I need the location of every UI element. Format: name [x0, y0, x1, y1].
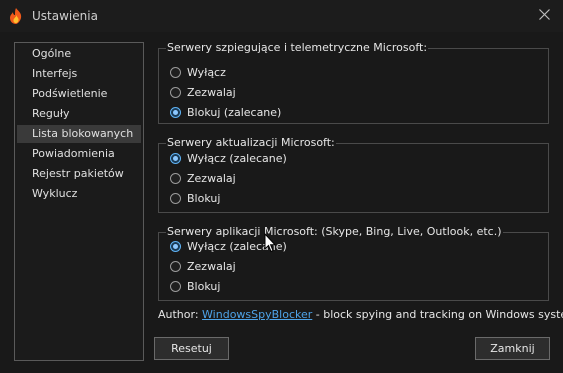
update-disable-radio[interactable]: Wyłącz (zalecane) — [170, 150, 287, 166]
radio-label: Zezwalaj — [187, 171, 236, 185]
radio-indicator — [170, 86, 181, 98]
close-icon — [538, 9, 550, 23]
nav-item-notifications[interactable]: Powiadomienia — [17, 145, 141, 163]
radio-label: Blokuj (zalecane) — [187, 105, 282, 119]
spy-block-radio[interactable]: Blokuj (zalecane) — [170, 104, 281, 120]
radio-indicator — [170, 192, 181, 204]
radio-label: Wyłącz (zalecane) — [187, 151, 287, 165]
radio-indicator — [170, 280, 181, 292]
close-button[interactable]: Zamknij — [475, 337, 550, 360]
spy-disable-radio[interactable]: Wyłącz — [170, 64, 226, 80]
radio-label: Blokuj — [187, 191, 221, 205]
update-block-radio[interactable]: Blokuj — [170, 190, 220, 206]
group-title: Serwery szpiegujące i telemetryczne Micr… — [166, 41, 429, 54]
app-servers-group: Serwery aplikacji Microsoft: (Skype, Bin… — [158, 225, 549, 301]
radio-label: Zezwalaj — [187, 85, 236, 99]
radio-indicator — [170, 240, 181, 252]
nav-item-exclude[interactable]: Wyklucz — [17, 185, 141, 203]
nav-item-interface[interactable]: Interfejs — [17, 65, 141, 83]
app-allow-radio[interactable]: Zezwalaj — [170, 258, 236, 274]
group-title: Serwery aplikacji Microsoft: (Skype, Bin… — [166, 225, 503, 238]
windowsspyblocker-link[interactable]: WindowsSpyBlocker — [202, 308, 312, 321]
nav-item-highlighting[interactable]: Podświetlenie — [17, 85, 141, 103]
nav-item-blocklist[interactable]: Lista blokowanych — [17, 125, 141, 143]
flame-icon — [9, 8, 23, 24]
author-suffix: - block spying and tracking on Windows s… — [312, 308, 563, 321]
group-title: Serwery aktualizacji Microsoft: — [166, 136, 336, 149]
author-line: Author: WindowsSpyBlocker - block spying… — [158, 308, 563, 321]
radio-indicator — [170, 172, 181, 184]
nav-item-rules[interactable]: Reguły — [17, 105, 141, 123]
radio-indicator — [170, 106, 181, 118]
window-title: Ustawienia — [32, 9, 98, 23]
close-window-button[interactable] — [525, 0, 563, 32]
radio-indicator — [170, 66, 181, 78]
title-bar: Ustawienia — [0, 0, 563, 32]
spy-servers-group: Serwery szpiegujące i telemetryczne Micr… — [158, 41, 549, 124]
update-allow-radio[interactable]: Zezwalaj — [170, 170, 236, 186]
radio-indicator — [170, 260, 181, 272]
nav-item-packet-log[interactable]: Rejestr pakietów — [17, 165, 141, 183]
mouse-cursor-icon — [264, 232, 277, 256]
radio-label: Wyłącz — [187, 65, 226, 79]
settings-nav: Ogólne Interfejs Podświetlenie Reguły Li… — [14, 42, 144, 361]
radio-label: Zezwalaj — [187, 259, 236, 273]
radio-indicator — [170, 152, 181, 164]
radio-label: Blokuj — [187, 279, 221, 293]
nav-item-general[interactable]: Ogólne — [17, 45, 141, 63]
spy-allow-radio[interactable]: Zezwalaj — [170, 84, 236, 100]
reset-button[interactable]: Resetuj — [154, 337, 229, 360]
app-block-radio[interactable]: Blokuj — [170, 278, 220, 294]
author-prefix: Author: — [158, 308, 203, 321]
update-servers-group: Serwery aktualizacji Microsoft: Wyłącz (… — [158, 136, 549, 213]
